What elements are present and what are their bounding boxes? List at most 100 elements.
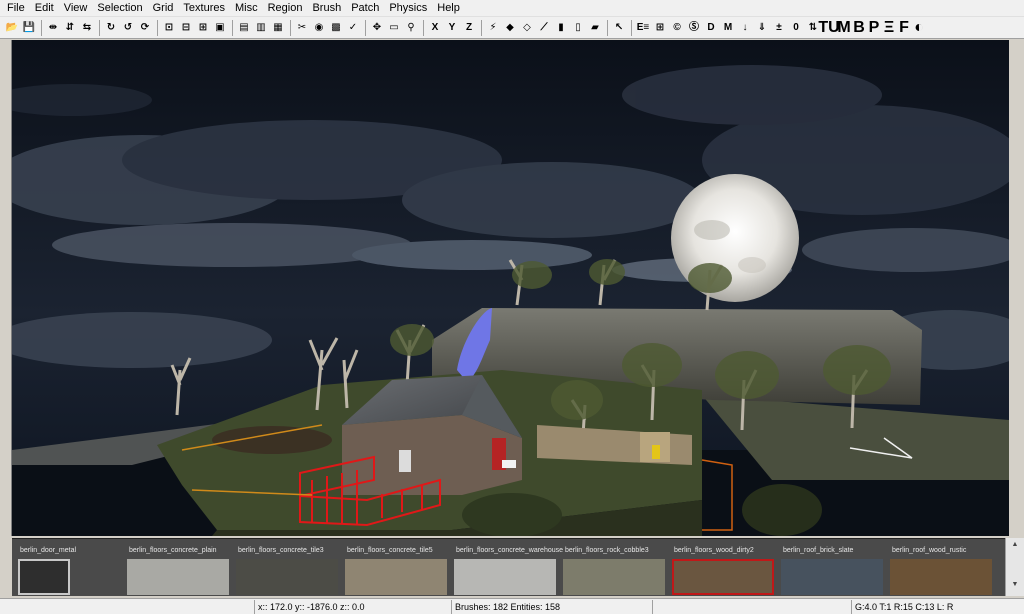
toolbar-separator <box>41 19 42 36</box>
mouse-pointer-icon[interactable]: ↖ <box>611 19 627 37</box>
rotate-y-icon[interactable]: ↺ <box>120 19 136 37</box>
toolbar-letter-button[interactable]: TU <box>818 19 839 37</box>
texture-thumbnail[interactable] <box>127 559 229 595</box>
radiant-d-icon[interactable]: D <box>703 19 719 37</box>
down-arrow-icon[interactable]: ↓ <box>737 19 753 37</box>
patch-texture-icon[interactable]: ▮ <box>553 19 569 37</box>
flip-x-icon[interactable]: ⇹ <box>45 19 61 37</box>
toolbar-letter-button[interactable]: M <box>837 19 851 37</box>
texture-item[interactable]: berlin_roof_wood_rustic <box>890 539 994 595</box>
texture-label: berlin_floors_rock_cobble3 <box>565 547 649 554</box>
radiant-c-icon[interactable]: © <box>669 19 685 37</box>
clipper-icon[interactable]: ✂ <box>294 19 310 37</box>
texture-item[interactable]: berlin_floors_concrete_warehouse <box>454 539 563 595</box>
texture-label: berlin_roof_wood_rustic <box>892 547 967 554</box>
texture-thumbnail[interactable] <box>672 559 774 595</box>
texture-item[interactable]: berlin_floors_concrete_tile5 <box>345 539 449 595</box>
flip-z-icon[interactable]: ⇆ <box>79 19 95 37</box>
patch-tess-icon[interactable]: ▰ <box>587 19 603 37</box>
scene-render <box>12 40 1009 536</box>
toolbar-separator <box>365 19 366 36</box>
texture-item[interactable]: berlin_floors_rock_cobble3 <box>563 539 667 595</box>
view-z-icon[interactable]: Z <box>461 19 477 37</box>
menu-misc[interactable]: Misc <box>230 0 263 17</box>
open-icon[interactable]: 📂 <box>4 19 20 37</box>
menu-help[interactable]: Help <box>432 0 465 17</box>
csg-hollow-icon[interactable]: ▦ <box>270 19 286 37</box>
view-x-icon[interactable]: X <box>427 19 443 37</box>
texture-view-icon[interactable]: ▭ <box>386 19 402 37</box>
menu-bar: File Edit View Selection Grid Textures Misc Reg… <box>0 0 1024 17</box>
texture-lock-icon[interactable]: ▩ <box>328 19 344 37</box>
menu-brush[interactable]: Brush <box>307 0 346 17</box>
texture-browser[interactable]: berlin_door_metal berlin_floors_concrete_… <box>12 538 1005 596</box>
menu-physics[interactable]: Physics <box>384 0 432 17</box>
select-partial-icon[interactable]: ⊞ <box>195 19 211 37</box>
toolbar-letter-button[interactable]: Ξ <box>882 19 896 37</box>
csg-subtract-icon[interactable]: ▤ <box>236 19 252 37</box>
save-icon[interactable]: 💾 <box>21 19 37 37</box>
menu-textures[interactable]: Textures <box>178 0 230 17</box>
texture-thumbnail[interactable] <box>18 559 70 595</box>
toolbar-separator <box>631 19 632 36</box>
menu-file[interactable]: File <box>2 0 30 17</box>
toolbar-separator <box>157 19 158 36</box>
menu-patch[interactable]: Patch <box>346 0 384 17</box>
texture-scrollbar[interactable]: ▲ ▼ <box>1005 538 1024 596</box>
texture-thumbnail[interactable] <box>454 559 556 595</box>
flip-y-icon[interactable]: ⇵ <box>62 19 78 37</box>
change-view-icon[interactable]: ✥ <box>369 19 385 37</box>
toolbar-letter-button[interactable]: B <box>852 19 866 37</box>
menu-grid[interactable]: Grid <box>148 0 179 17</box>
texture-label: berlin_door_metal <box>20 547 77 554</box>
view-y-icon[interactable]: Y <box>444 19 460 37</box>
radiant-s-icon[interactable]: Ⓢ <box>686 19 702 37</box>
scale-lock-icon[interactable]: ✓ <box>345 19 361 37</box>
scroll-down-icon[interactable]: ▼ <box>1007 579 1024 591</box>
camera-viewport[interactable] <box>12 40 1009 536</box>
texture-thumbnail[interactable] <box>345 559 447 595</box>
entity-list-icon[interactable]: E≡ <box>635 19 651 37</box>
csg-merge-icon[interactable]: ▥ <box>253 19 269 37</box>
filter-icon[interactable]: ⚲ <box>403 19 419 37</box>
texture-item[interactable]: berlin_floors_wood_dirty2 <box>672 539 776 595</box>
menu-edit[interactable]: Edit <box>30 0 59 17</box>
toolbar-separator <box>290 19 291 36</box>
select-touching-icon[interactable]: ⊡ <box>161 19 177 37</box>
cubic-clip-icon[interactable]: ⚡ <box>485 19 501 37</box>
texture-thumbnail[interactable] <box>781 559 883 595</box>
select-inside-icon[interactable]: ⊟ <box>178 19 194 37</box>
menu-view[interactable]: View <box>59 0 93 17</box>
camera-icon[interactable]: ◉ <box>311 19 327 37</box>
patch-insert-icon[interactable]: ⟋ <box>536 19 552 37</box>
brush-entity-icon[interactable]: ⊞ <box>652 19 668 37</box>
texture-item[interactable]: berlin_floors_concrete_tile3 <box>236 539 340 595</box>
texture-item[interactable]: berlin_door_metal <box>18 539 122 595</box>
status-empty <box>652 600 850 614</box>
texture-item[interactable]: berlin_floors_concrete_plain <box>127 539 231 595</box>
toolbar-separator <box>232 19 233 36</box>
rotate-z-icon[interactable]: ⟳ <box>137 19 153 37</box>
scroll-up-icon[interactable]: ▲ <box>1007 539 1024 551</box>
menu-region[interactable]: Region <box>263 0 308 17</box>
menu-selection[interactable]: Selection <box>92 0 147 17</box>
select-complete-icon[interactable]: ▣ <box>212 19 228 37</box>
status-coords: x:: 172.0 y:: -1876.0 z:: 0.0 <box>254 600 450 614</box>
plus-minus-icon[interactable]: ± <box>771 19 787 37</box>
texture-thumbnail[interactable] <box>563 559 665 595</box>
radiant-m-icon[interactable]: M <box>720 19 736 37</box>
rotate-x-icon[interactable]: ↻ <box>103 19 119 37</box>
patch-bend-icon[interactable]: ◇ <box>519 19 535 37</box>
patch-icon[interactable]: ◆ <box>502 19 518 37</box>
toolbar-separator <box>423 19 424 36</box>
toolbar-letter-button[interactable]: P <box>867 19 881 37</box>
patch-fit-icon[interactable]: ▯ <box>570 19 586 37</box>
texture-item[interactable]: berlin_roof_brick_slate <box>781 539 885 595</box>
down-plus-icon[interactable]: ⇓ <box>754 19 770 37</box>
texture-thumbnail[interactable] <box>236 559 338 595</box>
zero-icon[interactable]: 0 <box>788 19 804 37</box>
texture-thumbnail[interactable] <box>890 559 992 595</box>
toolbar-letter-button[interactable]: ◐ <box>912 19 926 37</box>
status-bar: x:: 172.0 y:: -1876.0 z:: 0.0 Brushes: 1… <box>0 598 1024 614</box>
toolbar-letter-button[interactable]: F <box>897 19 911 37</box>
